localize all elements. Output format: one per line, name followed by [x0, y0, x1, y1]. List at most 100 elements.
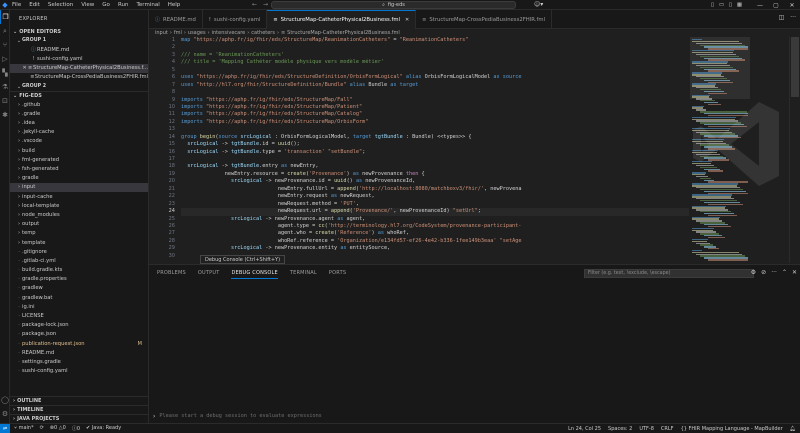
tree-file[interactable]: · ig.ini: [10, 302, 148, 311]
tree-file[interactable]: · .gitignore: [10, 247, 148, 256]
tab-ports[interactable]: PORTS: [329, 270, 346, 279]
fhir-icon[interactable]: ✱: [0, 108, 10, 122]
info-indicator[interactable]: ⓘ0: [72, 425, 80, 432]
remote-indicator-icon[interactable]: ⇌: [0, 423, 10, 433]
branch-indicator[interactable]: ⑂ main*: [14, 425, 34, 432]
breadcrumb-item[interactable]: usages: [188, 30, 206, 36]
tree-folder[interactable]: › fml-generated: [10, 155, 148, 164]
menu-run[interactable]: Run: [118, 2, 129, 8]
indentation[interactable]: Spaces: 2: [608, 426, 632, 432]
group-1-header[interactable]: ⌄ GROUP 1: [10, 36, 148, 45]
back-arrow-icon[interactable]: ←: [252, 1, 257, 8]
menu-file[interactable]: File: [12, 2, 21, 8]
notifications-bell-icon[interactable]: 🔔︎: [790, 426, 796, 432]
breadcrumb-item[interactable]: intensivecare: [212, 30, 246, 36]
split-editor-icon[interactable]: ◫: [779, 14, 785, 21]
tree-file[interactable]: · publication-request.json M: [10, 339, 148, 348]
tab-crosspedia-map[interactable]: ≡ StructureMap-CrossPediaBusiness2FHIR.fm…: [416, 10, 552, 29]
menu-view[interactable]: View: [81, 2, 94, 8]
open-editor-item-active[interactable]: ✕ ≡ StructureMap-CatheterPhysical2Business…: [10, 63, 148, 73]
tree-folder[interactable]: › .jekyll-cache: [10, 128, 148, 137]
open-editor-item[interactable]: ! sushi-config.yaml: [10, 54, 148, 63]
breadcrumb-item[interactable]: fml: [174, 30, 182, 36]
breadcrumb-item[interactable]: input: [155, 30, 168, 36]
tree-folder[interactable]: › temp: [10, 229, 148, 238]
debug-console-input[interactable]: › Please start a debug session to evalua…: [153, 411, 796, 421]
run-debug-icon[interactable]: ▷: [0, 52, 10, 66]
project-section[interactable]: ⌄ FIG-EDS: [10, 91, 148, 100]
encoding[interactable]: UTF-8: [639, 426, 654, 432]
tree-file[interactable]: · sushi-config.yaml: [10, 367, 148, 376]
timeline-section[interactable]: › TIMELINE: [10, 405, 148, 414]
code-editor[interactable]: 1 2 3 4 5 6 7 8 9 10 11 12 13 14 15 16 17 18 19 20 21 22 23 24 2…: [149, 37, 800, 263]
tree-folder[interactable]: › node_modules: [10, 210, 148, 219]
testing-icon[interactable]: ⚗: [0, 80, 10, 94]
cursor-position[interactable]: Ln 24, Col 25: [568, 426, 601, 432]
tab-output[interactable]: OUTPUT: [198, 270, 220, 279]
outline-section[interactable]: › OUTLINE: [10, 396, 148, 405]
minimize-icon[interactable]: —: [752, 2, 768, 9]
tree-folder[interactable]: › output: [10, 220, 148, 229]
search-view-icon[interactable]: ⌕: [0, 24, 10, 38]
tree-folder[interactable]: › gradle: [10, 174, 148, 183]
tree-file[interactable]: · package.json: [10, 330, 148, 339]
source-control-icon[interactable]: ⑂: [0, 38, 10, 52]
account-icon[interactable]: ◯: [0, 393, 10, 407]
toggle-primary-sidebar-icon[interactable]: ▯: [708, 2, 717, 8]
tree-file[interactable]: · README.md: [10, 348, 148, 357]
menu-terminal[interactable]: Terminal: [136, 2, 159, 8]
menu-go[interactable]: Go: [102, 2, 110, 8]
open-editors-section[interactable]: ⌄ OPEN EDITORS: [10, 27, 148, 36]
copilot-icon[interactable]: ☺▾: [534, 1, 543, 8]
customize-layout-icon[interactable]: ▦: [735, 2, 744, 8]
toggle-panel-icon[interactable]: ▭: [717, 2, 726, 8]
sync-icon[interactable]: ⟳: [40, 425, 44, 432]
menu-edit[interactable]: Edit: [29, 2, 40, 8]
breadcrumb-item[interactable]: StructureMap-CatheterPhysical2Business.f…: [287, 30, 400, 36]
scrollbar-thumb[interactable]: [791, 37, 799, 97]
tree-file[interactable]: · .gitlab-ci.yml: [10, 256, 148, 265]
tree-file[interactable]: · gradlew.bat: [10, 293, 148, 302]
code-area[interactable]: map "https://aphp.fr/ig/fhir/eds/Structu…: [181, 37, 689, 263]
tab-readme[interactable]: ⓘ README.md: [149, 10, 203, 29]
tree-file[interactable]: · gradle.properties: [10, 275, 148, 284]
language-mode[interactable]: {} FHIR Mapping Language - MapBuilder: [681, 426, 783, 432]
maximize-icon[interactable]: ▢: [768, 2, 784, 9]
settings-gear-icon[interactable]: ⚙: [0, 407, 10, 421]
tree-file[interactable]: · build.gradle.kts: [10, 266, 148, 275]
more-actions-icon[interactable]: ···: [790, 14, 796, 21]
tab-problems[interactable]: PROBLEMS: [157, 270, 186, 279]
tree-folder[interactable]: › .idea: [10, 119, 148, 128]
breadcrumb-item[interactable]: catheters: [251, 30, 275, 36]
debug-console-filter-input[interactable]: Filter (e.g. text, !exclude, \escape): [584, 269, 754, 278]
editor-scrollbar[interactable]: [789, 37, 799, 263]
close-panel-icon[interactable]: ✕: [792, 269, 797, 276]
tree-folder[interactable]: › .github: [10, 100, 148, 109]
explorer-icon[interactable]: ❐: [0, 10, 10, 24]
close-icon[interactable]: ✕: [405, 17, 409, 23]
command-center-search[interactable]: ⌕ fig-eds: [271, 1, 516, 9]
extensions-icon[interactable]: ▚: [0, 66, 10, 80]
clear-console-icon[interactable]: ⊘: [761, 269, 766, 276]
tab-sushi-config[interactable]: ! sushi-config.yaml: [203, 10, 268, 29]
menu-help[interactable]: Help: [168, 2, 181, 8]
forward-arrow-icon[interactable]: →: [263, 1, 268, 8]
tree-file[interactable]: · gradlew: [10, 284, 148, 293]
tree-folder[interactable]: › input: [10, 182, 148, 192]
tab-catheter-map[interactable]: ≡ StructureMap-CatheterPhysical2Business.…: [267, 10, 417, 29]
tree-file[interactable]: · settings.gradle: [10, 357, 148, 366]
filter-settings-icon[interactable]: ⚙: [751, 269, 756, 276]
remote-explorer-icon[interactable]: ⊡: [0, 94, 10, 108]
line-ending[interactable]: CRLF: [661, 426, 674, 432]
open-editor-item[interactable]: ⓘ README.md: [10, 45, 148, 54]
more-actions-icon[interactable]: ···: [771, 269, 777, 276]
tree-folder[interactable]: › build: [10, 146, 148, 155]
menu-selection[interactable]: Selection: [48, 2, 73, 8]
toggle-secondary-sidebar-icon[interactable]: ▯: [726, 2, 735, 8]
open-editor-item[interactable]: ≡ StructureMap-CrossPediaBusiness2FHIR.fm…: [10, 73, 148, 82]
tree-folder[interactable]: › template: [10, 238, 148, 247]
tree-folder[interactable]: › fsh-generated: [10, 164, 148, 173]
tree-folder[interactable]: › input-cache: [10, 192, 148, 201]
problems-indicator[interactable]: ⊗0 △0: [50, 425, 66, 432]
tree-folder[interactable]: › local-template: [10, 201, 148, 210]
